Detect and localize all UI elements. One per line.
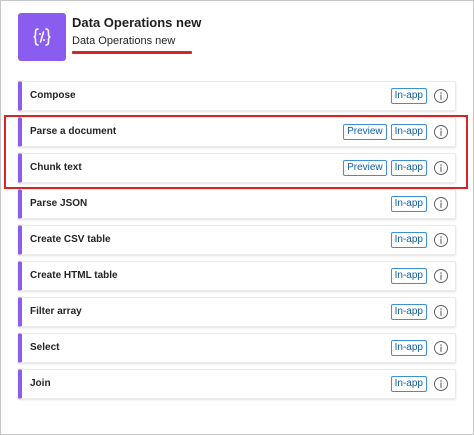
preview-badge: Preview bbox=[343, 160, 387, 176]
in-app-badge: In-app bbox=[390, 304, 427, 320]
connector-header: Data Operations new Data Operations new bbox=[1, 1, 473, 81]
action-row-chunk-text[interactable]: Chunk text Preview In-app bbox=[18, 153, 456, 183]
action-meta: In-app bbox=[390, 88, 449, 104]
in-app-badge: In-app bbox=[390, 124, 427, 140]
action-meta: In-app bbox=[390, 304, 449, 320]
info-icon[interactable] bbox=[433, 232, 449, 248]
action-meta: In-app bbox=[390, 376, 449, 392]
action-meta: In-app bbox=[390, 268, 449, 284]
action-name: Chunk text bbox=[30, 162, 82, 173]
in-app-badge: In-app bbox=[390, 376, 427, 392]
connector-tile bbox=[18, 13, 66, 61]
in-app-badge: In-app bbox=[390, 196, 427, 212]
info-icon[interactable] bbox=[433, 196, 449, 212]
action-name: Select bbox=[30, 342, 60, 353]
action-name: Create HTML table bbox=[30, 270, 118, 281]
info-icon[interactable] bbox=[433, 376, 449, 392]
action-row-compose[interactable]: Compose In-app bbox=[18, 81, 456, 111]
action-meta: Preview In-app bbox=[343, 124, 449, 140]
in-app-badge: In-app bbox=[390, 160, 427, 176]
info-icon[interactable] bbox=[433, 88, 449, 104]
action-row-parse-json[interactable]: Parse JSON In-app bbox=[18, 189, 456, 219]
in-app-badge: In-app bbox=[390, 340, 427, 356]
action-meta: In-app bbox=[390, 340, 449, 356]
action-name: Compose bbox=[30, 90, 76, 101]
preview-badge: Preview bbox=[343, 124, 387, 140]
connector-subtitle: Data Operations new bbox=[72, 35, 176, 47]
action-row-filter-array[interactable]: Filter array In-app bbox=[18, 297, 456, 327]
action-row-select[interactable]: Select In-app bbox=[18, 333, 456, 363]
action-name: Filter array bbox=[30, 306, 82, 317]
action-meta: In-app bbox=[390, 232, 449, 248]
action-meta: Preview In-app bbox=[343, 160, 449, 176]
info-icon[interactable] bbox=[433, 268, 449, 284]
action-name: Parse JSON bbox=[30, 198, 88, 209]
info-icon[interactable] bbox=[433, 304, 449, 320]
action-name: Create CSV table bbox=[30, 234, 111, 245]
action-row-create-html-table[interactable]: Create HTML table In-app bbox=[18, 261, 456, 291]
in-app-badge: In-app bbox=[390, 232, 427, 248]
action-row-parse-a-document[interactable]: Parse a document Preview In-app bbox=[18, 117, 456, 147]
in-app-badge: In-app bbox=[390, 88, 427, 104]
info-icon[interactable] bbox=[433, 160, 449, 176]
connector-title: Data Operations new bbox=[72, 15, 202, 30]
action-row-create-csv-table[interactable]: Create CSV table In-app bbox=[18, 225, 456, 255]
in-app-badge: In-app bbox=[390, 268, 427, 284]
action-meta: In-app bbox=[390, 196, 449, 212]
curly-braces-icon bbox=[31, 26, 53, 48]
subtitle-underline-annotation bbox=[72, 51, 192, 54]
actions-list: Compose In-app Parse a document Preview … bbox=[18, 81, 456, 405]
connector-panel: Data Operations new Data Operations new … bbox=[0, 0, 474, 435]
action-name: Parse a document bbox=[30, 126, 117, 137]
info-icon[interactable] bbox=[433, 124, 449, 140]
info-icon[interactable] bbox=[433, 340, 449, 356]
action-row-join[interactable]: Join In-app bbox=[18, 369, 456, 399]
action-name: Join bbox=[30, 378, 51, 389]
